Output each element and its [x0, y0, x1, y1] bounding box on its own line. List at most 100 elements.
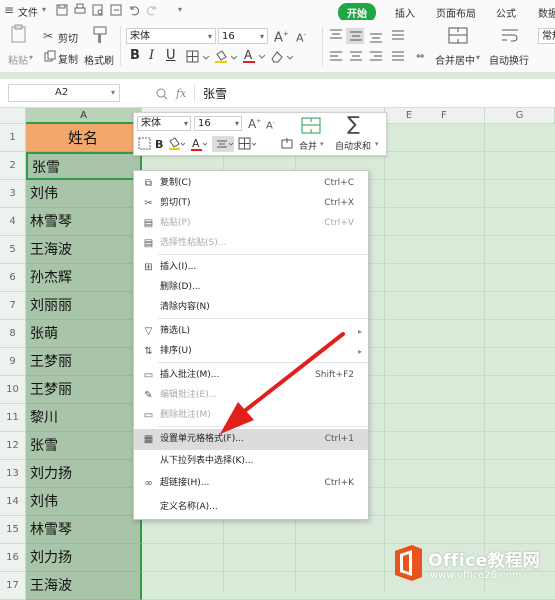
auto-wrap-icon[interactable]	[499, 26, 521, 46]
number-format-select[interactable]: 常规	[538, 28, 555, 44]
tab-formulas[interactable]: 公式	[496, 5, 516, 20]
row-header[interactable]: 4	[0, 208, 26, 236]
decrease-font-size-icon[interactable]: A-	[266, 116, 275, 133]
merge-center-icon[interactable]	[447, 26, 469, 46]
file-menu[interactable]: 文件	[18, 4, 38, 19]
format-painter-icon[interactable]	[90, 25, 110, 45]
menu-item[interactable]: ✂ 剪切(T) Ctrl+X	[134, 193, 368, 214]
function-icon[interactable]: fx	[176, 87, 186, 100]
font-name-select[interactable]: 宋体 ▾	[126, 28, 216, 44]
paste-icon[interactable]	[9, 24, 29, 44]
menu-item[interactable]: ∞ 超链接(H)... Ctrl+K	[134, 473, 368, 494]
copy-icon[interactable]	[44, 50, 56, 62]
decrease-font-size-icon[interactable]: A-	[296, 28, 306, 46]
name-cell[interactable]: 刘伟	[26, 180, 142, 208]
bold-icon[interactable]: B	[130, 49, 140, 63]
column-header-g[interactable]: G	[485, 108, 555, 124]
tab-insert[interactable]: 插入	[395, 5, 415, 20]
row-header[interactable]: 16	[0, 544, 26, 572]
name-cell[interactable]: 王梦丽	[26, 348, 142, 376]
format-painter-button[interactable]: 格式刷	[84, 52, 114, 67]
row-header[interactable]: 13	[0, 460, 26, 488]
customize-toolbar-icon[interactable]: ▾	[178, 5, 182, 14]
name-cell[interactable]: 刘伟	[26, 488, 142, 516]
scissors-icon[interactable]: ✂	[43, 29, 53, 43]
distributed-align-icon[interactable]: ⇔	[416, 50, 424, 64]
menu-item[interactable]: 清除内容(N)	[134, 297, 368, 318]
cut-button[interactable]: 剪切	[58, 30, 78, 45]
tab-page-layout[interactable]: 页面布局	[436, 5, 476, 20]
row-header[interactable]: 2	[0, 152, 26, 180]
menu-item[interactable]: 从下拉列表中选择(K)...	[134, 451, 368, 472]
borders-icon[interactable]	[186, 50, 210, 64]
hamburger-menu-icon[interactable]: ≡	[4, 3, 14, 17]
autosum-button[interactable]: 自动求和	[335, 139, 371, 152]
row-header[interactable]: 3	[0, 180, 26, 208]
merge-button[interactable]: 合并	[299, 139, 317, 152]
mini-font-name-select[interactable]: 宋体 ▾	[137, 116, 191, 131]
fill-color-icon[interactable]	[214, 50, 238, 64]
menu-item[interactable]: ⊞ 插入(I)...	[134, 257, 368, 278]
name-cell[interactable]: 张萌	[26, 320, 142, 348]
name-cell[interactable]: 张雪	[26, 432, 142, 460]
menu-item[interactable]: 删除(D)...	[134, 277, 368, 298]
watermark-brand: Office教程网	[428, 551, 541, 571]
name-cell[interactable]: 王海波	[26, 572, 142, 600]
increase-font-size-icon[interactable]: A+	[248, 115, 261, 131]
name-cell[interactable]: 林雪琴	[26, 516, 142, 544]
merge-center-button[interactable]: 合并居中	[435, 52, 475, 67]
insert-delete-icon[interactable]	[280, 138, 294, 150]
chevron-down-icon[interactable]: ▾	[320, 140, 324, 148]
row-header[interactable]: 15	[0, 516, 26, 544]
formula-input[interactable]: 张雪	[194, 84, 555, 102]
autosum-icon[interactable]: ∑	[347, 113, 360, 135]
chevron-down-icon[interactable]: ▾	[476, 53, 480, 62]
watermark-logo: Office教程网 www.office26.com	[388, 540, 555, 591]
name-box[interactable]: A2 ▾	[8, 84, 120, 102]
zoom-icon[interactable]	[155, 87, 169, 101]
merge-icon[interactable]	[300, 116, 322, 136]
name-cell[interactable]: 王梦丽	[26, 376, 142, 404]
chevron-down-icon[interactable]: ▾	[375, 140, 379, 148]
menu-item[interactable]: 定义名称(A)...	[134, 497, 368, 518]
clear-format-icon[interactable]	[270, 50, 294, 64]
row-header[interactable]: 9	[0, 348, 26, 376]
font-size-select[interactable]: 16 ▾	[218, 28, 268, 44]
underline-icon[interactable]: U	[166, 49, 176, 63]
row-header[interactable]: 10	[0, 376, 26, 404]
row-header[interactable]: 5	[0, 236, 26, 264]
auto-wrap-button[interactable]: 自动换行	[489, 52, 529, 67]
row-header[interactable]: 1	[0, 124, 26, 152]
name-cell[interactable]: 刘力扬	[26, 460, 142, 488]
name-cell[interactable]: 张雪	[26, 152, 142, 180]
mini-font-size-select[interactable]: 16 ▾	[194, 116, 242, 131]
name-cell[interactable]: 林雪琴	[26, 208, 142, 236]
increase-font-size-icon[interactable]: A+	[274, 27, 289, 45]
row-header[interactable]: 6	[0, 264, 26, 292]
column-header-e[interactable]: E	[385, 108, 433, 124]
menu-item-label: 定义名称(A)...	[160, 502, 218, 512]
paste-label[interactable]: 粘贴	[8, 52, 28, 67]
row-header[interactable]: 8	[0, 320, 26, 348]
name-cell[interactable]: 王海波	[26, 236, 142, 264]
paste-dropdown-icon[interactable]: ▾	[29, 53, 33, 62]
header-cell[interactable]: 姓名	[26, 124, 142, 152]
name-cell[interactable]: 孙杰辉	[26, 264, 142, 292]
name-cell[interactable]: 黎川	[26, 404, 142, 432]
name-cell[interactable]: 刘力扬	[26, 544, 142, 572]
row-header[interactable]: 11	[0, 404, 26, 432]
select-all-corner[interactable]	[0, 108, 26, 124]
chevron-down-icon[interactable]: ▾	[42, 5, 46, 14]
row-header[interactable]: 7	[0, 292, 26, 320]
copy-button[interactable]: 复制	[58, 51, 78, 66]
font-color-icon[interactable]: A	[242, 48, 266, 64]
tab-data[interactable]: 数据	[538, 5, 555, 20]
name-cell[interactable]: 刘丽丽	[26, 292, 142, 320]
italic-icon[interactable]: I	[149, 49, 154, 63]
menu-item[interactable]: ⧉ 复制(C) Ctrl+C	[134, 173, 368, 194]
row-header[interactable]: 17	[0, 572, 26, 600]
row-header[interactable]: 14	[0, 488, 26, 516]
format-icon	[138, 137, 151, 150]
column-header-a[interactable]: A	[26, 108, 142, 124]
row-header[interactable]: 12	[0, 432, 26, 460]
